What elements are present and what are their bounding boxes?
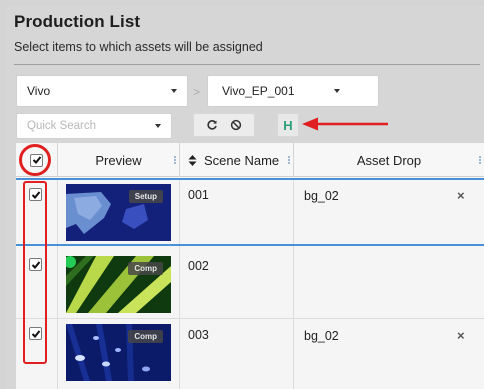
column-resize-handle[interactable]: [479, 156, 481, 164]
header-divider: [14, 64, 480, 65]
quick-search-select[interactable]: Quick Search: [16, 113, 172, 139]
page-subtitle: Select items to which assets will be ass…: [14, 40, 263, 54]
preview-cell: Comp: [58, 246, 180, 318]
remove-asset-icon[interactable]: ×: [457, 328, 465, 343]
asset-name: bg_02: [304, 329, 339, 343]
column-header-scene-name[interactable]: Scene Name: [180, 143, 294, 177]
preview-cell: Comp: [58, 319, 180, 389]
thumbnail-badge: Comp: [128, 262, 163, 275]
clear-icon[interactable]: [228, 117, 244, 133]
scene-name: 001: [188, 188, 209, 202]
column-header-preview[interactable]: Preview: [58, 143, 180, 177]
column-resize-handle[interactable]: [174, 156, 176, 164]
chevron-right-icon: >: [193, 85, 201, 99]
annotation-rectangle: [23, 181, 47, 364]
scene-name: 002: [188, 259, 209, 273]
asset-name: bg_02: [304, 189, 339, 203]
column-header-asset-drop-label: Asset Drop: [356, 152, 422, 168]
refresh-icon[interactable]: [204, 117, 220, 133]
preview-cell: Setup: [58, 180, 180, 244]
column-header-preview-label: Preview: [95, 152, 142, 168]
page-title: Production List: [14, 12, 141, 31]
table-row[interactable]: Setup 001 bg_02 ×: [16, 178, 484, 244]
preview-thumbnail[interactable]: Comp: [66, 324, 171, 381]
episode-select-value: Vivo_EP_001: [222, 84, 295, 98]
h-button-label: H: [283, 117, 293, 133]
column-header-scene-name-label: Scene Name: [204, 152, 280, 168]
chevron-down-icon: [334, 89, 340, 93]
annotation-arrow: [302, 117, 388, 131]
column-header-asset-drop[interactable]: Asset Drop: [294, 143, 484, 177]
project-select[interactable]: Vivo: [16, 75, 188, 107]
annotation-circle: [19, 144, 51, 176]
scene-cell: 001: [180, 180, 294, 244]
remove-asset-icon[interactable]: ×: [457, 188, 465, 203]
project-select-value: Vivo: [27, 84, 51, 98]
asset-drop-cell[interactable]: bg_02 ×: [294, 319, 484, 389]
toolbar-group: [193, 113, 255, 137]
chevron-down-icon: [171, 89, 177, 93]
table-row[interactable]: Comp 002: [16, 244, 484, 318]
scene-cell: 002: [180, 246, 294, 318]
h-button[interactable]: H: [277, 113, 299, 137]
thumbnail-badge: Setup: [128, 190, 163, 203]
thumbnail-badge: Comp: [128, 330, 163, 343]
asset-drop-cell[interactable]: [294, 246, 484, 318]
production-table: Preview Scene Name Asset Drop Setup 001 …: [16, 143, 484, 389]
quick-search-placeholder: Quick Search: [27, 120, 97, 132]
chevron-down-icon: [155, 124, 161, 128]
scene-cell: 003: [180, 319, 294, 389]
scene-name: 003: [188, 328, 209, 342]
table-header: Preview Scene Name Asset Drop: [16, 143, 484, 177]
preview-thumbnail[interactable]: Setup: [66, 184, 171, 241]
preview-thumbnail[interactable]: Comp: [66, 256, 171, 313]
asset-drop-cell[interactable]: bg_02 ×: [294, 180, 484, 244]
sort-icon[interactable]: [188, 154, 197, 166]
table-row[interactable]: Comp 003 bg_02 ×: [16, 318, 484, 389]
column-resize-handle[interactable]: [288, 156, 290, 164]
episode-select[interactable]: Vivo_EP_001: [207, 75, 379, 107]
